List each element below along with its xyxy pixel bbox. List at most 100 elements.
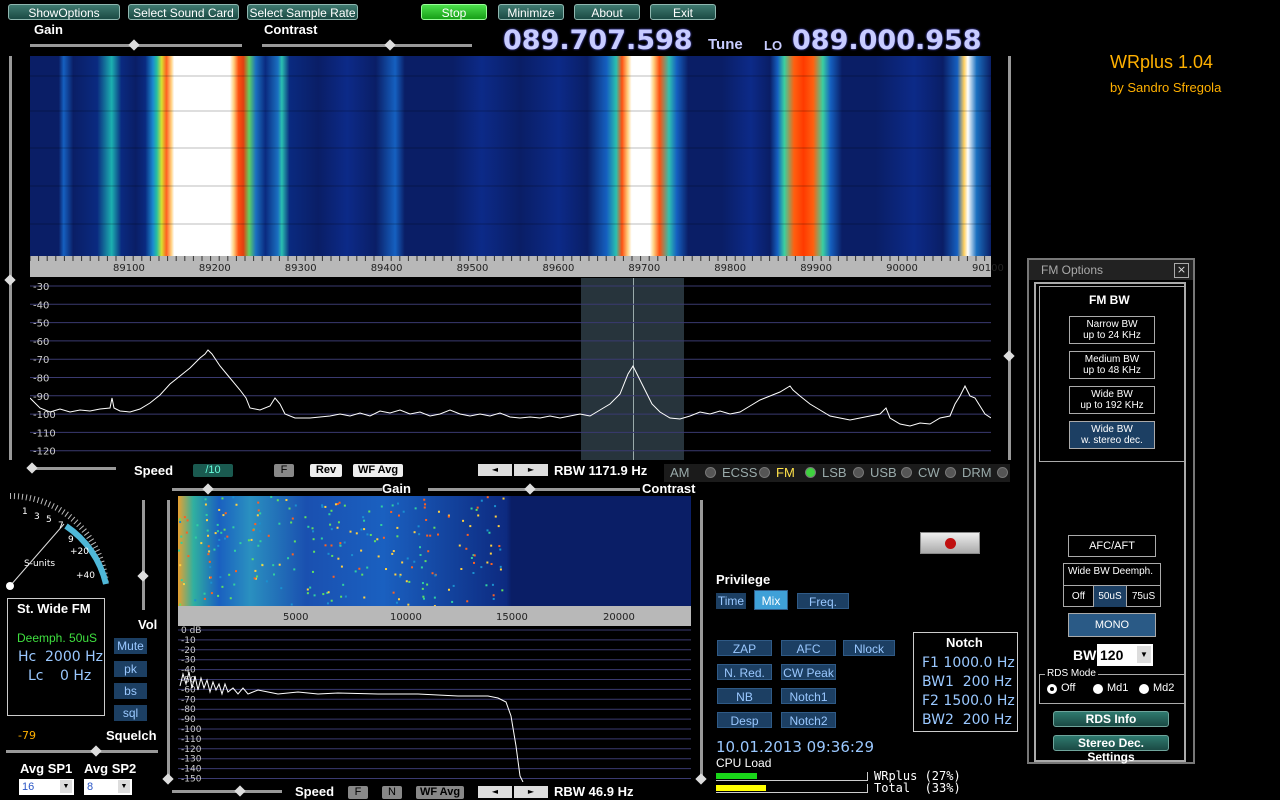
audio-right-vertical-knob[interactable]: [695, 773, 707, 785]
privilege-freq-button[interactable]: Freq.: [797, 593, 849, 609]
mode-drm-button[interactable]: DRM: [956, 464, 1010, 482]
chevron-down-icon[interactable]: ▼: [60, 780, 72, 793]
deemph-75us-button[interactable]: 75uS: [1127, 585, 1160, 607]
gain-slider-knob[interactable]: [128, 39, 140, 51]
tune-frequency-display[interactable]: 089.707.598: [503, 25, 693, 56]
notch1-button[interactable]: Notch1: [781, 688, 836, 704]
lo-frequency-display[interactable]: 089.000.958: [792, 25, 982, 56]
rf-spectrum-panel[interactable]: -30 -40 -50 -60 -70 -80 -90 -100 -110 -120: [30, 278, 991, 460]
close-icon[interactable]: ×: [1174, 263, 1189, 278]
rf-right-vertical-slider[interactable]: [1003, 56, 1015, 460]
s-meter-side-slider[interactable]: [137, 500, 149, 610]
sql-button[interactable]: sql: [114, 705, 147, 721]
avg-sp1-select[interactable]: 16 ▼: [19, 779, 74, 795]
nb-button[interactable]: NB: [717, 688, 772, 704]
privilege-time-button[interactable]: Time: [716, 593, 746, 609]
noise-reduction-button[interactable]: N. Red.: [717, 664, 772, 680]
deemph-50us-button[interactable]: 50uS: [1094, 585, 1127, 607]
rf-right-vertical-knob[interactable]: [1003, 350, 1015, 362]
mute-button[interactable]: Mute: [114, 638, 147, 654]
rev-button[interactable]: Rev: [310, 464, 342, 477]
about-button[interactable]: About: [574, 4, 640, 20]
wide-bw-button[interactable]: Wide BW up to 192 KHz: [1069, 386, 1155, 414]
audio-waterfall-pixel: [280, 587, 283, 590]
desp-button[interactable]: Desp: [717, 712, 772, 728]
audio-waterfall-pixel: [180, 535, 183, 538]
audio-waterfall-pixel: [472, 561, 475, 564]
mode-lsb-button[interactable]: LSB: [816, 464, 866, 482]
mode-usb-button[interactable]: USB: [864, 464, 914, 482]
nlock-button[interactable]: Nlock: [843, 640, 895, 656]
avg-sp2-select[interactable]: 8 ▼: [84, 779, 132, 795]
rds-info-button[interactable]: RDS Info: [1053, 711, 1169, 727]
audio-n-button[interactable]: N: [382, 786, 402, 799]
mono-button[interactable]: MONO: [1068, 613, 1156, 637]
rds-off-radio[interactable]: [1047, 684, 1057, 694]
audio-f-button[interactable]: F: [348, 786, 368, 799]
notch2-button[interactable]: Notch2: [781, 712, 836, 728]
medium-bw-button[interactable]: Medium BW up to 48 KHz: [1069, 351, 1155, 379]
audio-waterfall-pixel: [311, 570, 314, 573]
audio-speed-knob[interactable]: [234, 785, 246, 797]
rf-rbw-arrows[interactable]: ◄: [478, 464, 512, 476]
audio-speed-slider[interactable]: [172, 785, 282, 797]
rf-wf-avg-button[interactable]: WF Avg: [353, 464, 403, 477]
select-sample-rate-button[interactable]: Select Sample Rate: [247, 4, 358, 20]
afc-button[interactable]: AFC: [781, 640, 836, 656]
select-sound-card-button[interactable]: Select Sound Card: [128, 4, 239, 20]
audio-right-vertical-slider[interactable]: [695, 500, 707, 785]
audio-rbw-arrow-right[interactable]: ►: [514, 786, 548, 798]
squelch-slider[interactable]: [6, 745, 158, 757]
chevron-down-icon[interactable]: ▼: [1137, 646, 1151, 663]
rf-speed-slider[interactable]: [26, 462, 116, 474]
audio-spectrum-panel[interactable]: 0 dB -10 -20 -30 -40 -50 -60 -70 -80 -90 -100 -110-…: [178, 626, 691, 782]
gain-slider[interactable]: [30, 39, 242, 51]
audio-left-vertical-slider[interactable]: [162, 500, 174, 785]
cw-peak-button[interactable]: CW Peak: [781, 664, 836, 680]
pk-button[interactable]: pk: [114, 661, 147, 677]
fm-options-titlebar[interactable]: FM Options ×: [1029, 260, 1193, 280]
rds-md1-radio[interactable]: [1093, 684, 1103, 694]
show-options-button[interactable]: ShowOptions: [8, 4, 120, 20]
speed-value[interactable]: /10: [193, 464, 233, 477]
exit-button[interactable]: Exit: [650, 4, 716, 20]
deemph-off-button[interactable]: Off: [1064, 585, 1094, 607]
afc-aft-button[interactable]: AFC/AFT: [1068, 535, 1156, 557]
audio-waterfall-pixel: [221, 497, 224, 500]
audio-waterfall-pixel: [180, 579, 183, 582]
zap-button[interactable]: ZAP: [717, 640, 772, 656]
privilege-mix-button[interactable]: Mix: [754, 590, 788, 610]
stereo-dec-settings-button[interactable]: Stereo Dec. Settings: [1053, 735, 1169, 764]
audio-wf-avg-button[interactable]: WF Avg: [416, 786, 464, 799]
narrow-bw-button[interactable]: Narrow BW up to 24 KHz: [1069, 316, 1155, 344]
rf-rbw-arrows-right[interactable]: ►: [514, 464, 548, 476]
minimize-button[interactable]: Minimize: [498, 4, 564, 20]
audio-rbw-arrow-left[interactable]: ◄: [478, 786, 512, 798]
rf-speed-knob[interactable]: [26, 462, 38, 474]
rf-left-vertical-knob[interactable]: [4, 274, 16, 286]
rf-left-vertical-slider[interactable]: [4, 56, 16, 460]
record-button[interactable]: [920, 532, 980, 554]
wide-bw-stereo-button[interactable]: Wide BW w. stereo dec.: [1069, 421, 1155, 449]
contrast-slider[interactable]: [262, 39, 472, 51]
audio-gain-slider[interactable]: [172, 483, 382, 495]
mode-fm-button[interactable]: FM: [770, 464, 818, 482]
bw-select[interactable]: 120 ▼: [1097, 644, 1153, 666]
audio-waterfall-pixel: [228, 573, 231, 576]
squelch-knob[interactable]: [90, 745, 102, 757]
mode-ecss-button[interactable]: ECSS: [716, 464, 772, 482]
s-meter-side-knob[interactable]: [137, 570, 149, 582]
audio-gain-knob[interactable]: [202, 483, 214, 495]
rds-md2-radio[interactable]: [1139, 684, 1149, 694]
chevron-down-icon[interactable]: ▼: [118, 780, 130, 793]
audio-contrast-knob[interactable]: [524, 483, 536, 495]
mode-cw-button[interactable]: CW: [912, 464, 958, 482]
stop-button[interactable]: Stop: [421, 4, 487, 20]
audio-waterfall-pixel: [433, 526, 436, 529]
rf-f-button[interactable]: F: [274, 464, 294, 477]
mode-am-button[interactable]: AM: [664, 464, 718, 482]
audio-left-vertical-knob[interactable]: [162, 773, 174, 785]
bs-button[interactable]: bs: [114, 683, 147, 699]
contrast-slider-knob[interactable]: [384, 39, 396, 51]
audio-contrast-slider[interactable]: [428, 483, 640, 495]
